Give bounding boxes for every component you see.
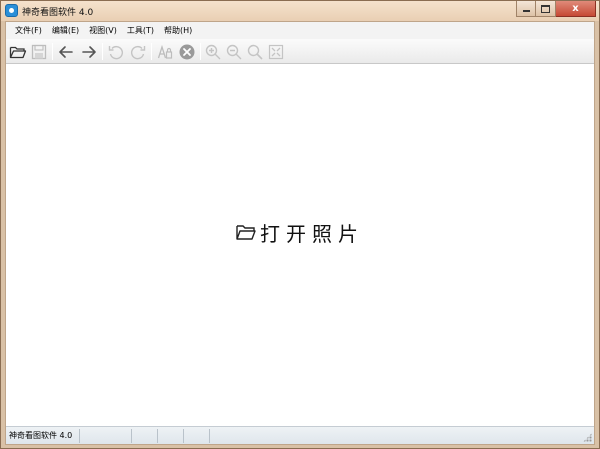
next-button[interactable] [79, 42, 99, 62]
arrow-left-icon [59, 46, 73, 58]
toolbar-separator [151, 43, 152, 60]
toolbar-separator [102, 43, 103, 60]
toolbar [6, 39, 594, 64]
toolbar-separator [52, 43, 53, 60]
app-window: 神奇看图软件 4.0 x 文件(F) 编辑(E) 视图(V) 工具(T) 帮助(… [0, 0, 600, 449]
fit-window-button[interactable] [266, 42, 286, 62]
rotate-left-icon [108, 46, 124, 60]
delete-icon [179, 44, 195, 60]
resize-grip-icon[interactable] [583, 433, 592, 442]
status-cell [132, 428, 158, 443]
zoom-in-icon [205, 44, 221, 60]
menu-bar: 文件(F) 编辑(E) 视图(V) 工具(T) 帮助(H) [6, 22, 594, 39]
toolbar-separator [200, 43, 201, 60]
maximize-button[interactable] [536, 1, 556, 17]
save-button[interactable] [29, 42, 49, 62]
previous-button[interactable] [56, 42, 76, 62]
zoom-out-icon [226, 44, 242, 60]
status-cell [184, 428, 210, 443]
rotate-left-button[interactable] [106, 42, 126, 62]
actual-size-button[interactable] [245, 42, 265, 62]
title-bar[interactable]: 神奇看图软件 4.0 x [1, 1, 599, 21]
zoom-out-button[interactable] [224, 42, 244, 62]
folder-open-icon [236, 225, 256, 240]
status-cell [158, 428, 184, 443]
open-photo-label: 打开照片 [260, 221, 364, 246]
save-icon [31, 44, 47, 60]
client-area: 文件(F) 编辑(E) 视图(V) 工具(T) 帮助(H) 打开照片 神奇看图软… [5, 21, 595, 445]
delete-button[interactable] [177, 42, 197, 62]
zoom-actual-icon [247, 44, 263, 60]
status-bar: 神奇看图软件 4.0 [6, 426, 594, 444]
close-button[interactable]: x [556, 1, 596, 17]
menu-help[interactable]: 帮助(H) [159, 25, 197, 36]
status-app-label: 神奇看图软件 4.0 [6, 428, 80, 443]
rotate-right-button[interactable] [128, 42, 148, 62]
window-controls: x [516, 1, 596, 18]
app-logo-icon[interactable] [5, 4, 18, 17]
menu-tools[interactable]: 工具(T) [122, 25, 159, 36]
menu-view[interactable]: 视图(V) [84, 25, 122, 36]
fit-window-icon [268, 44, 284, 60]
compare-icon [157, 44, 173, 59]
zoom-in-button[interactable] [203, 42, 223, 62]
image-canvas[interactable]: 打开照片 [6, 64, 594, 426]
status-cell [80, 428, 132, 443]
compare-button[interactable] [155, 42, 175, 62]
rotate-right-icon [130, 46, 146, 60]
menu-file[interactable]: 文件(F) [10, 25, 47, 36]
open-button[interactable] [8, 42, 28, 62]
open-photo-button[interactable]: 打开照片 [235, 220, 364, 246]
folder-open-icon [9, 46, 27, 59]
minimize-button[interactable] [516, 1, 536, 17]
menu-edit[interactable]: 编辑(E) [47, 25, 84, 36]
window-title: 神奇看图软件 4.0 [22, 8, 94, 18]
arrow-right-icon [82, 46, 96, 58]
